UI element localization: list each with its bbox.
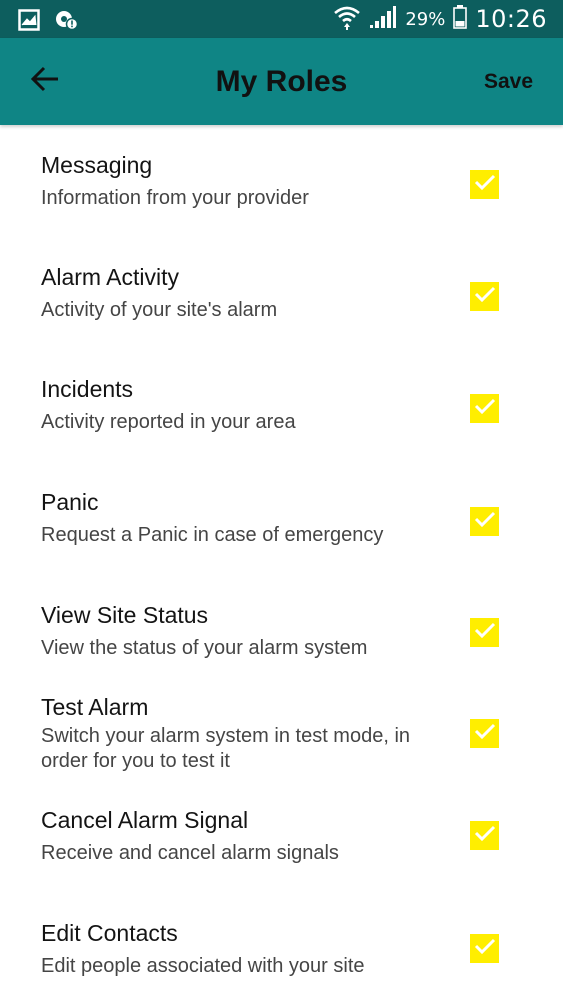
role-checkbox-edit-contacts[interactable] [470,934,499,963]
app-bar: My Roles Save [0,38,563,125]
save-button[interactable]: Save [484,68,533,96]
role-checkbox-incidents[interactable] [470,394,499,423]
checkmark-icon [474,621,496,644]
role-title: Test Alarm [41,694,149,720]
role-description: Information from your provider [41,187,309,209]
role-description: View the status of your alarm system [41,637,368,659]
checkmark-icon [474,824,496,847]
role-checkbox-test-alarm[interactable] [470,719,499,748]
role-item-incidents: Incidents Activity reported in your area [0,376,563,488]
checkmark-icon [474,173,496,196]
role-checkbox-messaging[interactable] [470,170,499,199]
role-title: View Site Status [41,602,209,628]
role-title: Messaging [41,152,153,178]
role-checkbox-panic[interactable] [470,507,499,536]
clock: 10:26 [475,5,547,33]
arrow-left-icon [30,66,60,97]
cell-signal-icon [369,5,397,33]
checkmark-icon [474,285,496,308]
checkmark-icon [474,937,496,960]
back-button[interactable] [24,60,66,102]
role-item-alarm-activity: Alarm Activity Activity of your site's a… [0,264,563,376]
role-checkbox-cancel-alarm-signal[interactable] [470,821,499,850]
settings-alert-icon [54,9,79,35]
role-description: Activity of your site's alarm [41,299,278,321]
role-description: Activity reported in your area [41,411,296,433]
role-description: Edit people associated with your site [41,955,365,977]
role-checkbox-view-site-status[interactable] [470,618,499,647]
wifi-icon [333,4,361,34]
role-title: Cancel Alarm Signal [41,807,249,833]
role-title: Edit Contacts [41,920,178,946]
battery-percentage: 29% [405,8,446,30]
role-checkbox-alarm-activity[interactable] [470,282,499,311]
role-item-panic: Panic Request a Panic in case of emergen… [0,489,563,601]
role-description: Receive and cancel alarm signals [41,842,339,864]
role-description: Switch your alarm system in test mode, i… [41,725,411,772]
role-title: Incidents [41,376,134,402]
role-item-test-alarm: Test Alarm Switch your alarm system in t… [0,694,563,806]
role-item-view-site-status: View Site Status View the status of your… [0,602,563,692]
role-title: Panic [41,489,99,515]
battery-icon [453,5,468,33]
status-bar: 29% 10:26 [0,0,563,38]
image-icon [18,9,40,35]
checkmark-icon [474,397,496,420]
role-item-edit-contacts: Edit Contacts Edit people associated wit… [0,920,563,1000]
page-title: My Roles [215,65,348,98]
checkmark-icon [474,510,496,533]
role-description: Request a Panic in case of emergency [41,524,384,546]
role-item-messaging: Messaging Information from your provider [0,152,563,264]
role-title: Alarm Activity [41,264,180,290]
role-item-cancel-alarm-signal: Cancel Alarm Signal Receive and cancel a… [0,807,563,919]
checkmark-icon [474,722,496,745]
